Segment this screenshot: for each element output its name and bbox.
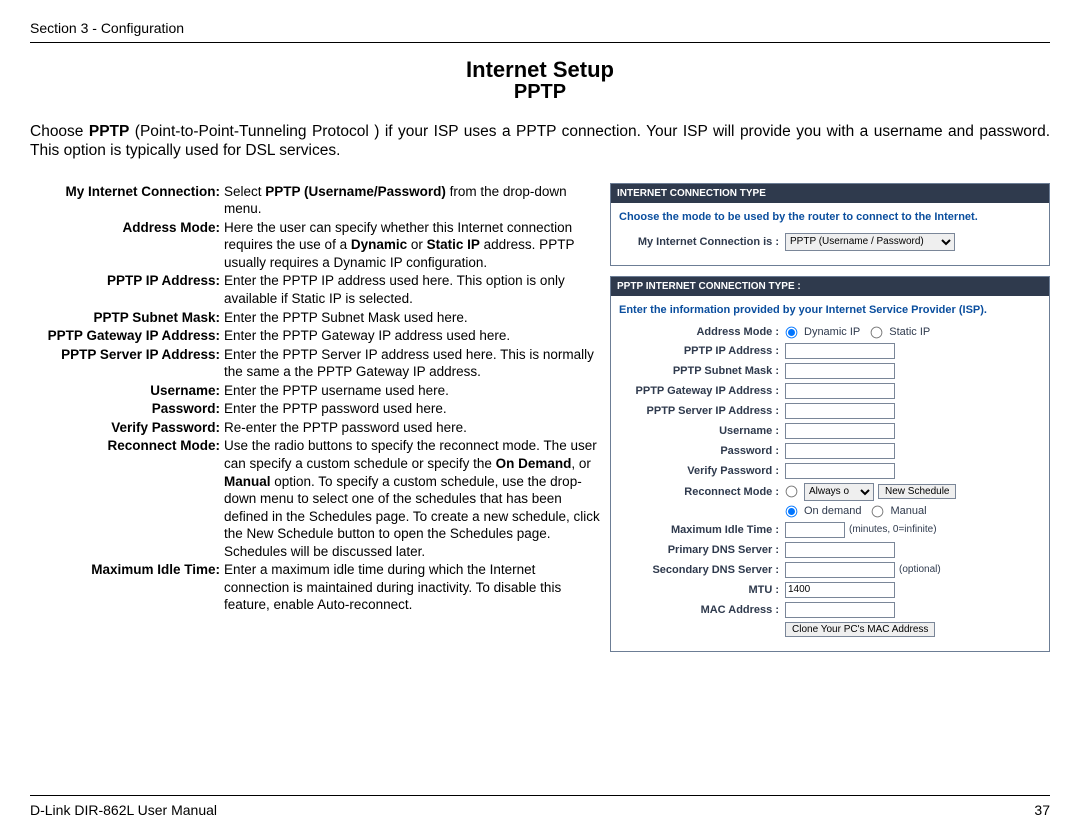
definition-label: Address Mode: [30,219,224,273]
radio-reconnect-schedule[interactable] [786,486,798,498]
radio-label-manual: Manual [890,505,926,517]
button-new-schedule[interactable]: New Schedule [878,484,956,499]
select-schedule[interactable]: Always o [804,483,874,501]
definition-value: Enter the PPTP Subnet Mask used here. [224,309,602,328]
definition-label: Maximum Idle Time: [30,561,224,615]
label-my-internet-connection: My Internet Connection is : [619,236,785,248]
radio-label-static: Static IP [889,326,930,338]
definitions-list: My Internet Connection:Select PPTP (User… [30,183,602,662]
input-mtu[interactable] [785,582,895,598]
label-mac: MAC Address : [619,604,785,616]
label-username: Username : [619,425,785,437]
definition-value: Re-enter the PPTP password used here. [224,419,602,438]
radio-manual[interactable] [872,505,884,517]
input-username[interactable] [785,423,895,439]
definition-label: Reconnect Mode: [30,437,224,561]
radio-on-demand[interactable] [786,505,798,517]
panel-internet-connection-type: INTERNET CONNECTION TYPE Choose the mode… [610,183,1050,266]
note-optional: (optional) [899,564,941,575]
input-mac[interactable] [785,602,895,618]
definition-label: PPTP Subnet Mask: [30,309,224,328]
panel-desc: Choose the mode to be used by the router… [619,211,1041,223]
label-subnet: PPTP Subnet Mask : [619,365,785,377]
label-server: PPTP Server IP Address : [619,405,785,417]
definition-value: Enter the PPTP password used here. [224,400,602,419]
intro-pre: Choose [30,123,89,140]
definition-value: Enter the PPTP Server IP address used he… [224,346,602,382]
definition-value: Enter the PPTP Gateway IP address used h… [224,327,602,346]
input-max-idle[interactable] [785,522,845,538]
definition-label: Password: [30,400,224,419]
label-max-idle: Maximum Idle Time : [619,524,785,536]
input-verify-password[interactable] [785,463,895,479]
definition-value: Enter the PPTP username used here. [224,382,602,401]
definition-label: PPTP IP Address: [30,272,224,308]
label-verify: Verify Password : [619,465,785,477]
definition-label: My Internet Connection: [30,183,224,219]
button-clone-mac[interactable]: Clone Your PC's MAC Address [785,622,935,637]
definition-label: PPTP Gateway IP Address: [30,327,224,346]
panel-pptp-connection-type: PPTP INTERNET CONNECTION TYPE : Enter th… [610,276,1050,652]
input-server[interactable] [785,403,895,419]
select-internet-connection[interactable]: PPTP (Username / Password) [785,233,955,251]
definition-value: Enter a maximum idle time during which t… [224,561,602,615]
label-mtu: MTU : [619,584,785,596]
definition-value: Select PPTP (Username/Password) from the… [224,183,602,219]
page-subtitle: PPTP [30,81,1050,104]
input-primary-dns[interactable] [785,542,895,558]
input-subnet[interactable] [785,363,895,379]
definition-label: PPTP Server IP Address: [30,346,224,382]
radio-label-dynamic: Dynamic IP [804,326,860,338]
input-gateway[interactable] [785,383,895,399]
label-primary-dns: Primary DNS Server : [619,544,785,556]
label-address-mode: Address Mode : [619,326,785,338]
page-footer: D-Link DIR-862L User Manual 37 [30,795,1050,818]
title-block: Internet Setup PPTP [30,57,1050,104]
input-pptp-ip[interactable] [785,343,895,359]
header-section: Section 3 - Configuration [30,20,1050,43]
intro-bold: PPTP [89,123,129,140]
label-gateway: PPTP Gateway IP Address : [619,385,785,397]
page-title: Internet Setup [30,57,1050,83]
radio-static-ip[interactable] [871,326,883,338]
footer-left: D-Link DIR-862L User Manual [30,802,217,818]
screenshot-panels: INTERNET CONNECTION TYPE Choose the mode… [610,183,1050,662]
radio-label-ondemand: On demand [804,505,861,517]
input-password[interactable] [785,443,895,459]
label-reconnect: Reconnect Mode : [619,486,785,498]
panel-header: PPTP INTERNET CONNECTION TYPE : [611,277,1049,296]
radio-dynamic-ip[interactable] [786,326,798,338]
footer-page-number: 37 [1034,802,1050,818]
definition-value: Use the radio buttons to specify the rec… [224,437,602,561]
definition-label: Username: [30,382,224,401]
definition-value: Enter the PPTP IP address used here. Thi… [224,272,602,308]
intro-paragraph: Choose PPTP (Point-to-Point-Tunneling Pr… [30,122,1050,161]
intro-post: (Point-to-Point-Tunneling Protocol ) if … [30,123,1050,159]
note-idle: (minutes, 0=infinite) [849,524,937,535]
label-password: Password : [619,445,785,457]
panel-desc: Enter the information provided by your I… [619,304,1041,316]
panel-header: INTERNET CONNECTION TYPE [611,184,1049,203]
definition-value: Here the user can specify whether this I… [224,219,602,273]
label-pptp-ip: PPTP IP Address : [619,345,785,357]
label-secondary-dns: Secondary DNS Server : [619,564,785,576]
input-secondary-dns[interactable] [785,562,895,578]
definition-label: Verify Password: [30,419,224,438]
